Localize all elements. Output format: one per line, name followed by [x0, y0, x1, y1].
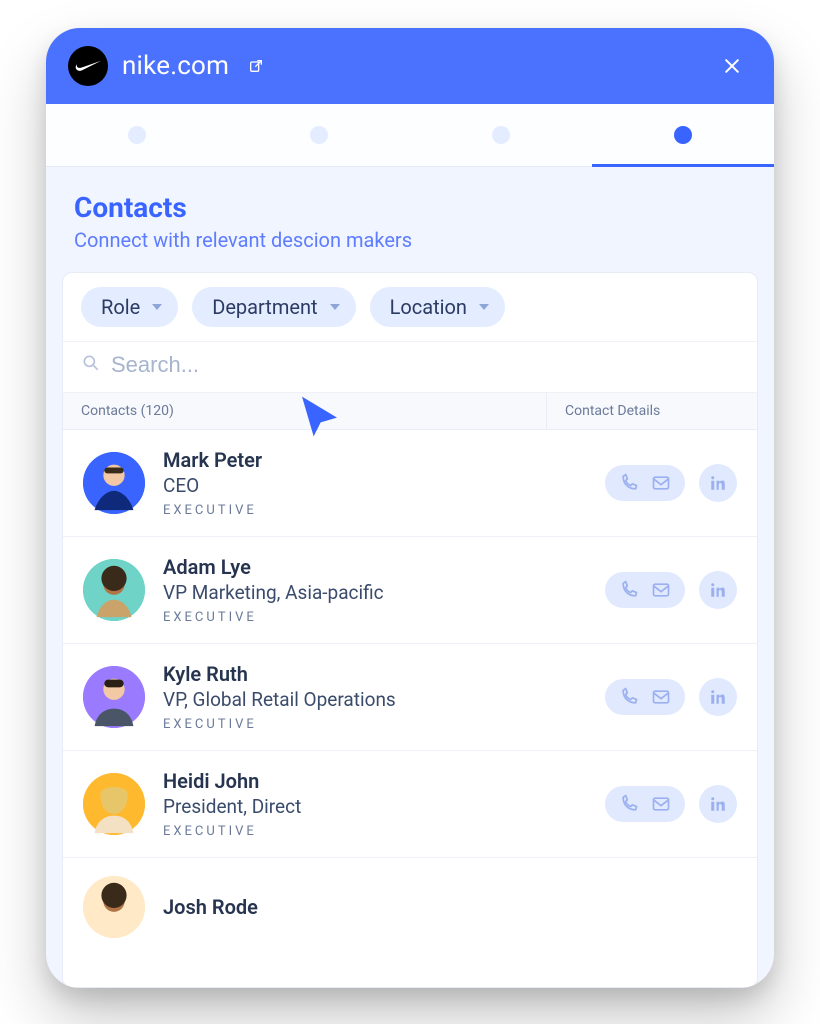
contact-name: Josh Rode: [163, 895, 737, 919]
column-details: Contact Details: [547, 393, 757, 429]
section-title: Contacts: [74, 191, 746, 224]
linkedin-icon: [709, 795, 727, 813]
open-external-icon[interactable]: [247, 57, 265, 75]
contact-row[interactable]: Heidi John President, Direct EXECUTIVE: [63, 751, 757, 858]
brand-logo: [68, 46, 108, 86]
linkedin-icon: [709, 581, 727, 599]
phone-email-button[interactable]: [605, 679, 685, 715]
linkedin-icon: [709, 474, 727, 492]
close-button[interactable]: [716, 50, 748, 82]
contact-tag: EXECUTIVE: [163, 503, 587, 518]
filter-location[interactable]: Location: [370, 287, 505, 327]
section-heading: Contacts Connect with relevant descion m…: [46, 167, 774, 264]
tab-1[interactable]: [46, 104, 228, 166]
tab-strip: [46, 104, 774, 167]
tab-2[interactable]: [228, 104, 410, 166]
section-subtitle: Connect with relevant descion makers: [74, 228, 746, 252]
panel-header: nike.com: [46, 28, 774, 104]
chevron-down-icon: [479, 304, 489, 310]
contact-actions: [605, 571, 737, 609]
linkedin-button[interactable]: [699, 678, 737, 716]
phone-icon: [619, 794, 639, 814]
contact-row[interactable]: Mark Peter CEO EXECUTIVE: [63, 430, 757, 537]
contacts-panel: nike.com Contacts Connect with relevant …: [46, 28, 774, 988]
tab-3[interactable]: [410, 104, 592, 166]
site-name[interactable]: nike.com: [122, 51, 229, 81]
contact-title: VP, Global Retail Operations: [163, 688, 587, 711]
tab-dot-icon: [310, 126, 328, 144]
swoosh-icon: [74, 59, 102, 73]
linkedin-button[interactable]: [699, 571, 737, 609]
contact-row[interactable]: Kyle Ruth VP, Global Retail Operations E…: [63, 644, 757, 751]
tab-dot-icon: [674, 126, 692, 144]
tab-dot-icon: [492, 126, 510, 144]
contact-name: Heidi John: [163, 769, 587, 793]
contact-name: Adam Lye: [163, 555, 587, 579]
linkedin-button[interactable]: [699, 464, 737, 502]
filter-department-label: Department: [212, 295, 317, 319]
linkedin-icon: [709, 688, 727, 706]
filter-location-label: Location: [390, 295, 467, 319]
phone-icon: [619, 580, 639, 600]
contact-name: Mark Peter: [163, 448, 587, 472]
email-icon: [651, 687, 671, 707]
column-contacts: Contacts (120): [63, 393, 547, 429]
tab-dot-icon: [128, 126, 146, 144]
phone-icon: [619, 473, 639, 493]
email-icon: [651, 580, 671, 600]
contact-name: Kyle Ruth: [163, 662, 587, 686]
phone-email-button[interactable]: [605, 786, 685, 822]
tab-4-active[interactable]: [592, 104, 774, 166]
avatar: [83, 773, 145, 835]
contact-title: CEO: [163, 474, 587, 497]
avatar: [83, 452, 145, 514]
search-input[interactable]: [111, 352, 739, 378]
contact-row[interactable]: Adam Lye VP Marketing, Asia-pacific EXEC…: [63, 537, 757, 644]
chevron-down-icon: [330, 304, 340, 310]
email-icon: [651, 794, 671, 814]
search-row: [63, 342, 757, 393]
phone-email-button[interactable]: [605, 465, 685, 501]
filter-role-label: Role: [101, 295, 140, 319]
avatar: [83, 559, 145, 621]
contacts-card: Role Department Location C: [62, 272, 758, 988]
contact-actions: [605, 464, 737, 502]
contact-tag: EXECUTIVE: [163, 824, 587, 839]
email-icon: [651, 473, 671, 493]
table-header: Contacts (120) Contact Details: [63, 393, 757, 430]
contact-actions: [605, 678, 737, 716]
filter-department[interactable]: Department: [192, 287, 355, 327]
contact-actions: [605, 785, 737, 823]
filter-row: Role Department Location: [63, 273, 757, 342]
contact-title: President, Direct: [163, 795, 587, 818]
linkedin-button[interactable]: [699, 785, 737, 823]
avatar: [83, 666, 145, 728]
phone-email-button[interactable]: [605, 572, 685, 608]
avatar: [83, 876, 145, 938]
contact-title: VP Marketing, Asia-pacific: [163, 581, 587, 604]
contacts-list: Mark Peter CEO EXECUTIVE: [63, 430, 757, 987]
contact-tag: EXECUTIVE: [163, 717, 587, 732]
chevron-down-icon: [152, 304, 162, 310]
search-icon: [81, 353, 101, 377]
contact-row[interactable]: Josh Rode: [63, 858, 757, 956]
filter-role[interactable]: Role: [81, 287, 178, 327]
contact-tag: EXECUTIVE: [163, 610, 587, 625]
phone-icon: [619, 687, 639, 707]
